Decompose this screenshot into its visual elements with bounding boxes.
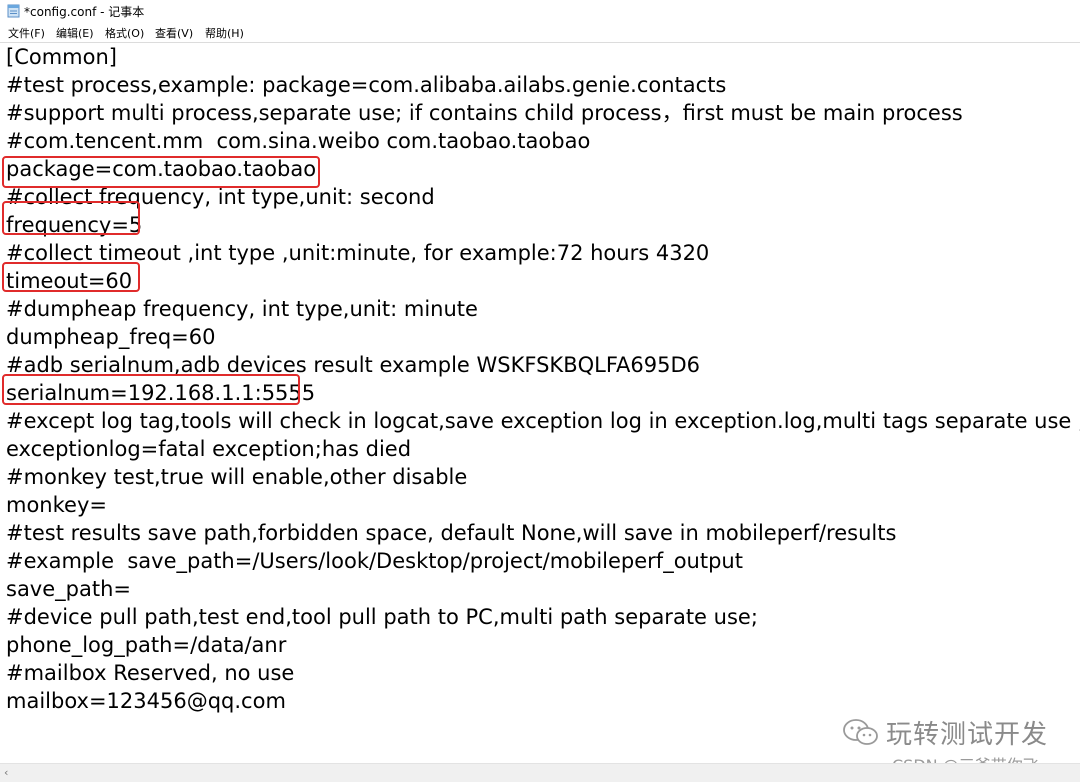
editor-line: #dumpheap frequency, int type,unit: minu…	[6, 297, 478, 321]
editor-line-package: package=com.taobao.taobao	[6, 157, 317, 181]
editor-line: #adb serialnum,adb devices result exampl…	[6, 353, 700, 377]
menu-help[interactable]: 帮助(H)	[204, 25, 245, 41]
menu-view[interactable]: 查看(V)	[154, 25, 194, 41]
editor-line: #except log tag,tools will check in logc…	[6, 409, 1080, 433]
scroll-left-icon[interactable]: ‹	[4, 766, 8, 779]
watermark-text: 玩转测试开发	[886, 720, 1049, 750]
editor-line: #test process,example: package=com.aliba…	[6, 73, 727, 97]
menu-bar: 文件(F) 编辑(E) 格式(O) 查看(V) 帮助(H)	[0, 22, 1080, 43]
wechat-icon	[843, 718, 878, 745]
editor-line: phone_log_path=/data/anr	[6, 633, 287, 657]
editor-line: #monkey test,true will enable,other disa…	[6, 465, 468, 489]
text-editor[interactable]: [Common] #test process,example: package=…	[0, 43, 1080, 761]
window-title: *config.conf - 记事本	[24, 5, 145, 19]
horizontal-scrollbar[interactable]: ‹	[0, 763, 1080, 782]
editor-line: save_path=	[6, 577, 131, 601]
title-bar: *config.conf - 记事本	[0, 0, 1080, 22]
notepad-icon	[7, 4, 20, 18]
editor-line: #device pull path,test end,tool pull pat…	[6, 605, 758, 629]
editor-line-timeout: timeout=60	[6, 269, 133, 293]
editor-line-frequency: frequency=5	[6, 213, 143, 237]
editor-line: [Common]	[6, 45, 117, 69]
menu-format[interactable]: 格式(O)	[104, 25, 145, 41]
editor-line: monkey=	[6, 493, 107, 517]
editor-line: #collect timeout ,int type ,unit:minute,…	[6, 241, 710, 265]
editor-line: exceptionlog=fatal exception;has died	[6, 437, 412, 461]
editor-line: #mailbox Reserved, no use	[6, 661, 295, 685]
editor-line-serialnum: serialnum=192.168.1.1:5555	[6, 381, 316, 405]
menu-file[interactable]: 文件(F)	[7, 25, 46, 41]
watermark: 玩转测试开发	[842, 714, 1048, 751]
editor-line: #test results save path,forbidden space,…	[6, 521, 897, 545]
editor-line: #example save_path=/Users/look/Desktop/p…	[6, 549, 743, 573]
menu-edit[interactable]: 编辑(E)	[55, 25, 95, 41]
notepad-window: *config.conf - 记事本 文件(F) 编辑(E) 格式(O) 查看(…	[0, 0, 1080, 782]
editor-line: dumpheap_freq=60	[6, 325, 216, 349]
editor-line: #support multi process,separate use; if …	[6, 101, 963, 125]
editor-line: #collect frequency, int type,unit: secon…	[6, 185, 435, 209]
editor-line: mailbox=123456@qq.com	[6, 689, 286, 713]
editor-line: #com.tencent.mm com.sina.weibo com.taoba…	[6, 129, 591, 153]
